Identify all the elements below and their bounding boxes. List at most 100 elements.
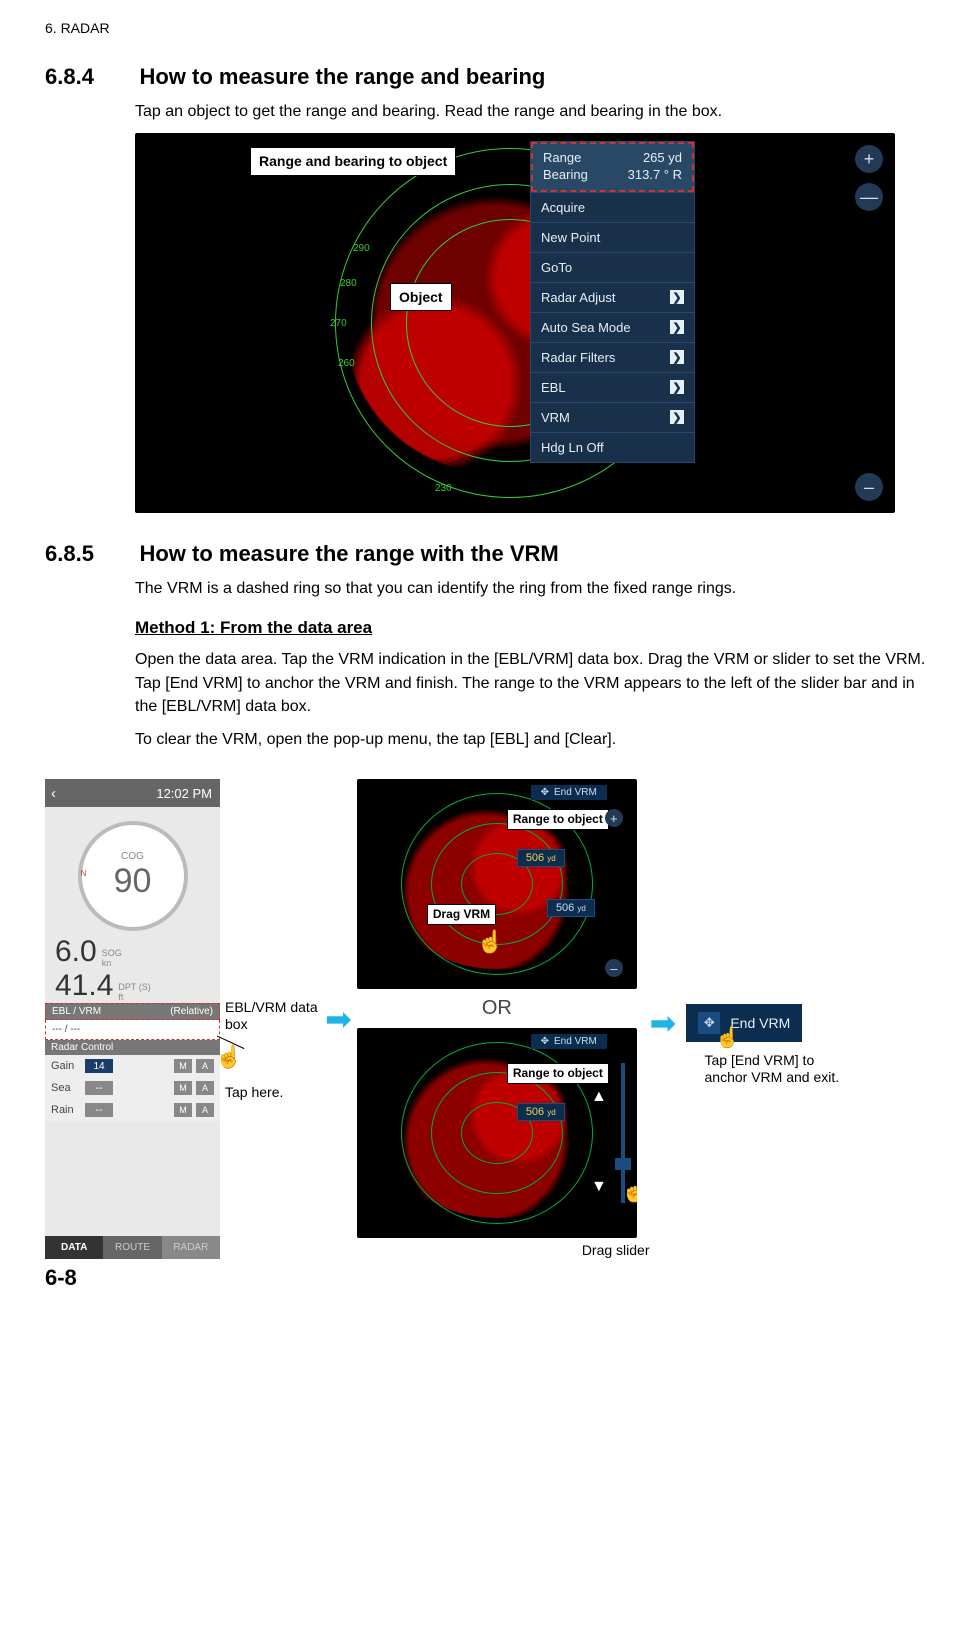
end-vrm-button-big[interactable]: ✥ End VRM ☝	[686, 1004, 802, 1042]
tab-radar[interactable]: RADAR	[162, 1236, 220, 1259]
section-paragraph: To clear the VRM, open the pop-up menu, …	[135, 728, 926, 751]
eblvrm-header[interactable]: EBL / VRM (Relative)	[45, 1003, 220, 1020]
data-area-tabs: DATA ROUTE RADAR	[45, 1236, 220, 1259]
rain-auto-button[interactable]: A	[196, 1103, 214, 1117]
chevron-right-icon: ❯	[670, 410, 684, 424]
range-to-object-label: Range to object	[507, 809, 609, 830]
collapse-chevron-icon[interactable]: ‹	[51, 785, 56, 802]
chevron-right-icon: ❯	[670, 320, 684, 334]
gain-row: Gain 14 M A	[45, 1055, 220, 1077]
section-paragraph: Tap an object to get the range and beari…	[135, 100, 926, 123]
minus-icon: –	[864, 477, 874, 498]
chevron-right-icon: ❯	[670, 350, 684, 364]
method-heading: Method 1: From the data area	[135, 618, 926, 638]
running-header: 6. RADAR	[45, 20, 926, 36]
range-value-pill-at-slider: 506 yd	[547, 899, 595, 917]
move-icon: ✥	[541, 1036, 549, 1047]
zoom-out-button[interactable]: –	[605, 959, 623, 977]
popup-item-ebl[interactable]: EBL❯	[531, 372, 694, 402]
drag-slider-annotation: Drag slider	[582, 1242, 650, 1259]
sea-auto-button[interactable]: A	[196, 1081, 214, 1095]
popup-range-value: 265 yd	[643, 150, 682, 167]
zoom-in-button[interactable]: +	[605, 809, 623, 827]
tap-hand-icon: ☝	[715, 1025, 740, 1050]
figure-radar-popup: 270 280 290 260 90 80 100 110 230 + — – …	[135, 133, 895, 513]
rain-value[interactable]: --	[85, 1103, 113, 1117]
bearing-tick: 280	[340, 278, 357, 289]
tap-end-vrm-annotation: Tap [End VRM] to anchor VRM and exit.	[705, 1052, 845, 1086]
slider-arrow-up-icon: ▲	[591, 1088, 607, 1106]
popup-range-bearing-box: Range 265 yd Bearing 313.7 ° R	[531, 142, 694, 192]
zoom-out-button-top[interactable]: —	[855, 183, 883, 211]
zoom-in-button[interactable]: +	[855, 145, 883, 173]
radar-control-header: Radar Control	[45, 1040, 220, 1055]
tab-data[interactable]: DATA	[45, 1236, 103, 1259]
figure-row-vrm: ‹ 12:02 PM COG 90 N 6.0 SOGkn 41.4 DPT (…	[45, 779, 926, 1259]
side-annotations-left: EBL/VRM data box ☝ Tap here.	[220, 779, 320, 1100]
zoom-out-button[interactable]: –	[855, 473, 883, 501]
popup-item-goto[interactable]: GoTo	[531, 252, 694, 282]
radar-mini-column: ✥End VRM Range to object 506 yd 506 yd D…	[357, 779, 650, 1259]
cog-gauge: COG 90 N	[78, 821, 188, 931]
chevron-right-icon: ❯	[670, 290, 684, 304]
slider-arrow-down-icon: ▼	[591, 1178, 607, 1196]
data-area-header: ‹ 12:02 PM	[45, 779, 220, 807]
range-value-pill: 506 yd	[517, 1103, 565, 1121]
gain-label: Gain	[51, 1060, 81, 1072]
eblvrm-annotation: EBL/VRM data box	[225, 999, 320, 1033]
range-to-object-label: Range to object	[507, 1063, 609, 1084]
popup-item-acquire[interactable]: Acquire	[531, 192, 694, 222]
popup-bearing-label: Bearing	[543, 167, 588, 184]
popup-range-label: Range	[543, 150, 581, 167]
sea-label: Sea	[51, 1082, 81, 1094]
gain-manual-button[interactable]: M	[174, 1059, 192, 1073]
popup-item-radar-adjust[interactable]: Radar Adjust❯	[531, 282, 694, 312]
tap-hand-icon: ☝	[215, 1044, 242, 1070]
gain-auto-button[interactable]: A	[196, 1059, 214, 1073]
section-number: 6.8.4	[45, 64, 135, 90]
popup-bearing-value: 313.7 ° R	[628, 167, 682, 184]
or-label: OR	[357, 997, 637, 1020]
bearing-tick: 230	[435, 483, 452, 494]
data-area-panel: ‹ 12:02 PM COG 90 N 6.0 SOGkn 41.4 DPT (…	[45, 779, 220, 1259]
sog-readout: 6.0 SOGkn	[45, 935, 220, 969]
section-6-8-5: 6.8.5 How to measure the range with the …	[45, 541, 926, 751]
bearing-tick: 260	[338, 358, 355, 369]
drag-hand-icon: ☝	[477, 929, 504, 955]
end-vrm-pill-small[interactable]: ✥End VRM	[531, 785, 607, 800]
radar-mini-drag-slider: ✥End VRM Range to object 506 yd ▲ ▼ ☝	[357, 1028, 637, 1238]
popup-item-radar-filters[interactable]: Radar Filters❯	[531, 342, 694, 372]
arrow-right-icon: ➡	[325, 1000, 352, 1038]
page: 6. RADAR 6.8.4 How to measure the range …	[0, 0, 971, 1299]
dpt-value: 41.4	[55, 969, 113, 1003]
popup-item-vrm[interactable]: VRM❯	[531, 402, 694, 432]
popup-item-auto-sea-mode[interactable]: Auto Sea Mode❯	[531, 312, 694, 342]
drag-vrm-label: Drag VRM	[427, 904, 496, 925]
section-paragraph: Open the data area. Tap the VRM indicati…	[135, 648, 926, 718]
range-value-pill: 506 yd	[517, 849, 565, 867]
end-vrm-pill-small[interactable]: ✥End VRM	[531, 1034, 607, 1049]
move-icon: ✥	[541, 787, 549, 798]
bearing-tick: 270	[330, 318, 347, 329]
bearing-tick: 290	[353, 243, 370, 254]
cog-label: COG	[121, 851, 144, 862]
chevron-right-icon: ❯	[670, 380, 684, 394]
popup-item-new-point[interactable]: New Point	[531, 222, 694, 252]
eblvrm-values[interactable]: --- / ---	[45, 1020, 220, 1040]
drag-hand-icon: ☝	[621, 1178, 636, 1204]
rain-manual-button[interactable]: M	[174, 1103, 192, 1117]
dpt-readout: 41.4 DPT (S)ft	[45, 969, 220, 1003]
right-column: ➡ ✥ End VRM ☝ Tap [End VRM] to anchor VR…	[650, 779, 845, 1086]
popup-item-hdg-ln-off[interactable]: Hdg Ln Off	[531, 432, 694, 462]
vrm-slider-knob[interactable]	[615, 1158, 631, 1170]
sea-manual-button[interactable]: M	[174, 1081, 192, 1095]
page-number: 6-8	[45, 1265, 77, 1291]
tab-route[interactable]: ROUTE	[103, 1236, 161, 1259]
rain-row: Rain -- M A	[45, 1099, 220, 1121]
gain-value[interactable]: 14	[85, 1059, 113, 1073]
plus-icon: +	[864, 149, 875, 170]
section-6-8-4: 6.8.4 How to measure the range and beari…	[45, 64, 926, 513]
sog-value: 6.0	[55, 935, 97, 969]
sea-value[interactable]: --	[85, 1081, 113, 1095]
callout-range-bearing: Range and bearing to object	[250, 147, 456, 176]
